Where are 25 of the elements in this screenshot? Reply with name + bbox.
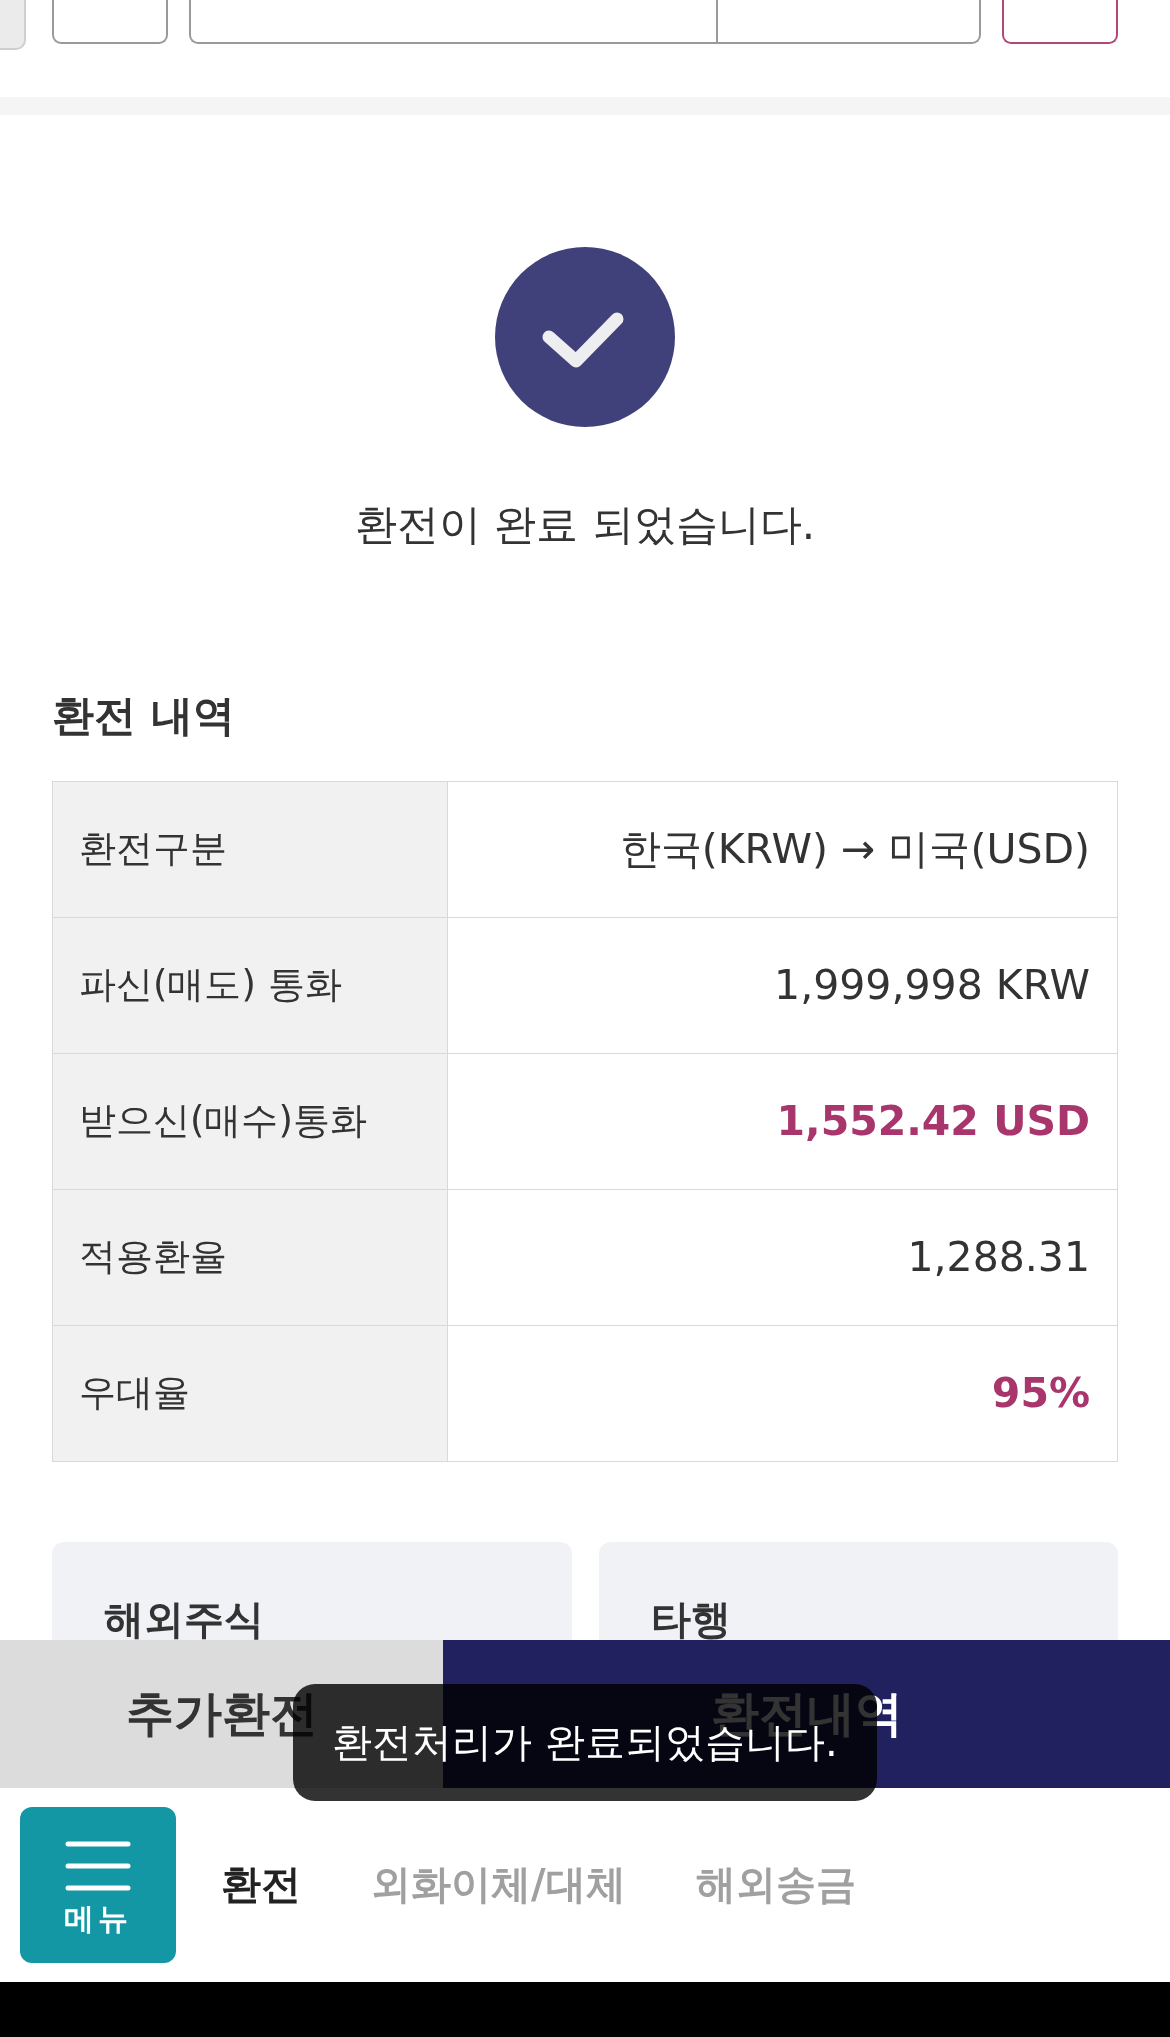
input-field[interactable] xyxy=(52,0,168,44)
result-message: 환전이 완료 되었습니다. xyxy=(354,502,816,547)
row-label: 우대율 xyxy=(52,1325,448,1462)
input-field[interactable] xyxy=(189,0,716,44)
menu-button[interactable]: 메뉴 xyxy=(20,1806,176,1963)
nav-tab[interactable]: 환전 xyxy=(221,1857,301,1913)
card-label: 해외주식 xyxy=(104,1597,264,1640)
shortcut-card[interactable]: 타행 xyxy=(598,1541,1118,1640)
card-label: 타행 xyxy=(650,1597,731,1640)
row-value: 1,288.31 xyxy=(447,1189,1118,1326)
menu-icon xyxy=(65,1840,131,1891)
panel-edge xyxy=(0,0,26,50)
input-field[interactable] xyxy=(716,0,981,44)
row-value: 1,552.42 USD xyxy=(447,1053,1118,1190)
row-value: 한국(KRW) → 미국(USD) xyxy=(447,781,1118,918)
row-value: 1,999,998 KRW xyxy=(447,917,1118,1054)
check-icon xyxy=(495,246,675,427)
row-label: 적용환율 xyxy=(52,1189,448,1326)
row-label: 환전구분 xyxy=(52,781,448,918)
section-title: 환전 내역 xyxy=(52,693,235,738)
outline-button[interactable] xyxy=(1002,0,1118,44)
row-value: 95% xyxy=(447,1325,1118,1462)
row-label: 받으신(매수)통화 xyxy=(52,1053,448,1190)
shortcut-card[interactable]: 해외주식 xyxy=(52,1541,572,1640)
row-label: 파신(매도) 통화 xyxy=(52,917,448,1054)
